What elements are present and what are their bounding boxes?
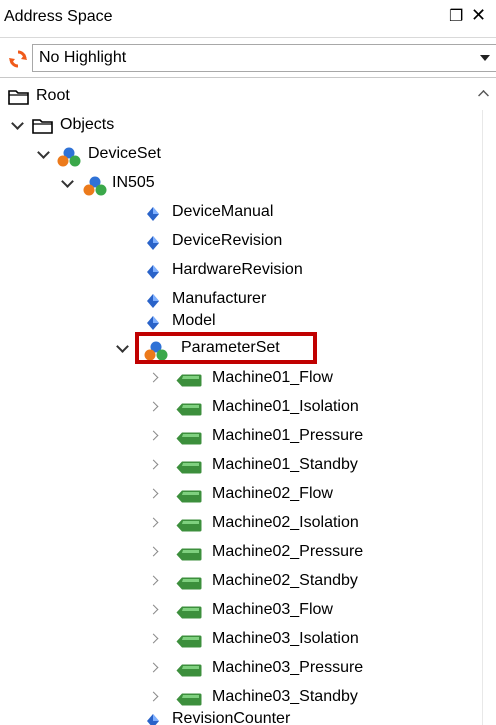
variable-icon [176,577,202,590]
tree-node-property[interactable]: HardwareRevision [0,258,470,287]
tree-node-label: ParameterSet [181,339,280,356]
tree-node-label: Objects [60,116,115,133]
tree-node-label: Machine03_Flow [212,601,333,618]
chevron-right-icon[interactable] [152,489,162,499]
tree-node-property[interactable]: RevisionCounter [0,709,470,725]
chevron-right-icon[interactable] [152,634,162,644]
tree-node-label: Machine02_Flow [212,485,333,502]
scroll-up-icon[interactable] [478,90,489,101]
tree-node-label: Root [36,87,70,104]
tree-node-parameter[interactable]: Machine03_Isolation [0,627,470,656]
address-space-tree: Root Objects DeviceSet IN505 DeviceManua… [0,80,470,725]
highlight-dropdown[interactable]: No Highlight [32,44,496,72]
tree-node-label: Machine02_Standby [212,572,358,589]
tree-node-label: Machine03_Isolation [212,630,359,647]
highlight-dropdown-value: No Highlight [39,49,127,66]
chevron-right-icon[interactable] [152,547,162,557]
tree-node-label: Machine02_Pressure [212,543,364,560]
panel-titlebar: Address Space ❐ ✕ [0,0,496,38]
panel-title: Address Space [4,8,113,25]
variable-icon [176,606,202,619]
variable-icon [176,374,202,387]
chevron-right-icon[interactable] [152,431,162,441]
chevron-right-icon[interactable] [152,402,162,412]
chevron-down-icon[interactable] [12,120,22,130]
chevron-down-icon[interactable] [62,178,72,188]
tree-node-label: Machine03_Standby [212,688,358,705]
chevron-right-icon[interactable] [152,460,162,470]
highlight-toolbar: No Highlight [0,38,496,78]
property-icon [147,265,159,279]
property-icon [147,294,159,308]
tree-node-parameter[interactable]: Machine01_Flow [0,366,470,395]
chevron-right-icon[interactable] [152,605,162,615]
variable-icon [176,461,202,474]
tree-node-parameter[interactable]: Machine02_Flow [0,482,470,511]
tree-node-property[interactable]: Model [0,309,470,338]
tree-node-label: Machine01_Standby [212,456,358,473]
tree-node-label: IN505 [112,174,155,191]
chevron-right-icon[interactable] [152,663,162,673]
tree-node-label: Machine01_Isolation [212,398,359,415]
close-panel-button[interactable]: ✕ [471,5,486,26]
tree-node-parameter[interactable]: Machine02_Standby [0,569,470,598]
variable-icon [176,635,202,648]
tree-node-label: DeviceRevision [172,232,283,249]
tree-node-parameter[interactable]: Machine03_Flow [0,598,470,627]
tree-node-label: Model [172,312,216,329]
refresh-icon[interactable] [9,50,27,68]
tree-node-parameter[interactable]: Machine01_Isolation [0,395,470,424]
tree-node-label: Manufacturer [172,290,267,307]
tree-node-parameter[interactable]: Machine01_Standby [0,453,470,482]
variable-icon [176,432,202,445]
object-icon [57,147,81,167]
folder-icon [8,90,29,105]
tree-node-parameter[interactable]: Machine03_Pressure [0,656,470,685]
variable-icon [176,548,202,561]
tree-node-parameter[interactable]: Machine01_Pressure [0,424,470,453]
tree-node-parameter[interactable]: Machine02_Pressure [0,540,470,569]
float-window-button[interactable]: ❐ [449,6,463,26]
tree-node-label: Machine01_Pressure [212,427,364,444]
object-icon [144,341,168,361]
chevron-right-icon[interactable] [152,576,162,586]
tree-node-label: Machine03_Pressure [212,659,364,676]
tree-node-label: DeviceSet [88,145,161,162]
property-icon [147,207,159,221]
variable-icon [176,693,202,706]
tree-node-device-set[interactable]: DeviceSet [0,142,470,171]
tree-node-label: Machine01_Flow [212,369,333,386]
scrollbar-track[interactable] [482,110,483,725]
tree-node-objects[interactable]: Objects [0,113,470,142]
vertical-scrollbar[interactable] [470,80,496,725]
object-icon [83,176,107,196]
chevron-right-icon[interactable] [152,373,162,383]
variable-icon [176,403,202,416]
chevron-right-icon[interactable] [152,518,162,528]
tree-node-parameter-set[interactable]: ParameterSet [0,336,470,365]
property-icon [147,714,159,725]
variable-icon [176,490,202,503]
variable-icon [176,519,202,532]
tree-node-label: RevisionCounter [172,710,291,725]
tree-node-label: DeviceManual [172,203,274,220]
property-icon [147,236,159,250]
tree-node-parameter[interactable]: Machine02_Isolation [0,511,470,540]
folder-icon [32,119,53,134]
tree-node-root[interactable]: Root [0,84,470,113]
property-icon [147,316,159,330]
chevron-right-icon[interactable] [152,692,162,702]
tree-node-label: Machine02_Isolation [212,514,359,531]
chevron-down-icon[interactable] [38,149,48,159]
tree-node-device[interactable]: IN505 [0,171,470,200]
tree-node-property[interactable]: DeviceRevision [0,229,470,258]
variable-icon [176,664,202,677]
chevron-down-icon[interactable] [480,55,490,61]
tree-node-property[interactable]: DeviceManual [0,200,470,229]
chevron-down-icon[interactable] [117,343,127,353]
tree-node-label: HardwareRevision [172,261,303,278]
